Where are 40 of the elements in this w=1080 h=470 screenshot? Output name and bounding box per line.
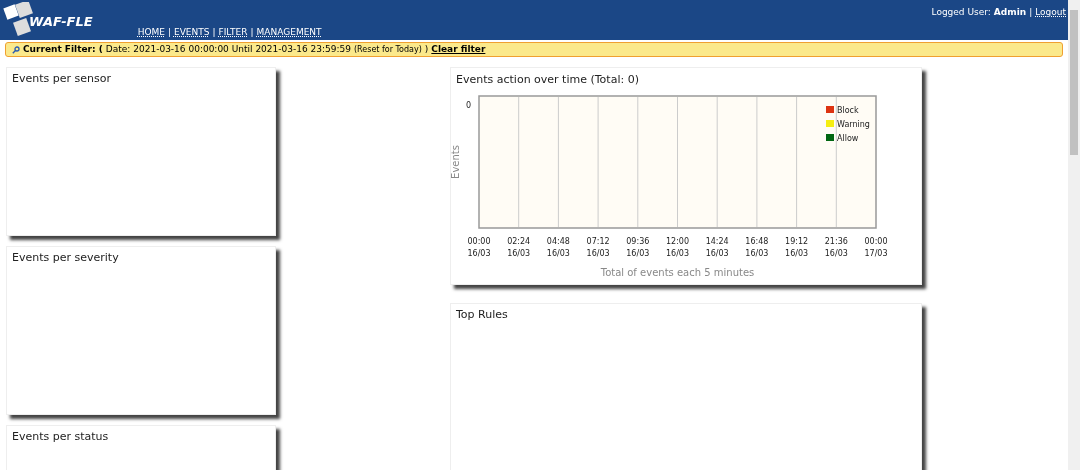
filter-text: Date: 2021-03-16 00:00:00 Until 2021-03-16 23:59:59 [105,42,351,56]
logout-link[interactable]: Logout [1035,6,1066,20]
nav-separator: | [250,26,254,39]
panel-title: Top Rules [455,307,509,323]
filter-label: Current Filter: ( [23,42,103,56]
nav-link[interactable]: FILTER [218,26,248,40]
x-tick-label: 04:48 16/03 [546,237,570,258]
x-tick-label: 09:36 16/03 [626,237,650,258]
nav-link[interactable]: HOME [137,26,165,40]
legend-label: Block [837,106,859,115]
nav-separator: | [212,26,216,39]
separator: | [1029,6,1033,19]
x-tick-label: 19:12 16/03 [785,237,809,258]
clear-filter-link[interactable]: Clear filter [431,42,486,57]
x-tick-label: 02:24 16/03 [507,237,531,258]
search-icon [12,45,20,54]
filter-close: ) [424,42,429,56]
x-axis-label: Total of events each 5 minutes [600,267,755,278]
reset-link[interactable]: (Reset for Today) [354,43,422,56]
legend-label: Warning [837,120,870,129]
legend-label: Allow [837,134,859,143]
x-tick-label: 14:24 16/03 [705,237,729,258]
panel-title: Events per sensor [11,71,112,87]
x-tick-label: 12:00 16/03 [665,237,690,258]
x-tick-label: 16:48 16/03 [745,237,769,258]
logo-text: WAF-FLE [29,15,93,28]
panel-title: Events per status [11,429,110,445]
nav-separator: | [167,26,171,39]
user-name: Admin [993,6,1027,19]
chart-title: Events action over time (Total: 0) [456,73,639,86]
user-label: Logged User: [931,6,991,19]
nav-link[interactable]: EVENTS [174,26,210,40]
x-tick-label: 00:00 17/03 [864,237,888,258]
y-tick-label: 0 [465,101,471,110]
x-tick-label: 21:36 16/03 [824,237,848,258]
x-tick-label: 00:00 16/03 [467,237,491,258]
x-tick-label: 07:12 16/03 [586,237,610,258]
y-axis-label: Events [451,145,461,179]
nav-link[interactable]: MANAGEMENT [256,26,322,40]
panel-title: Events per severity [11,250,120,266]
